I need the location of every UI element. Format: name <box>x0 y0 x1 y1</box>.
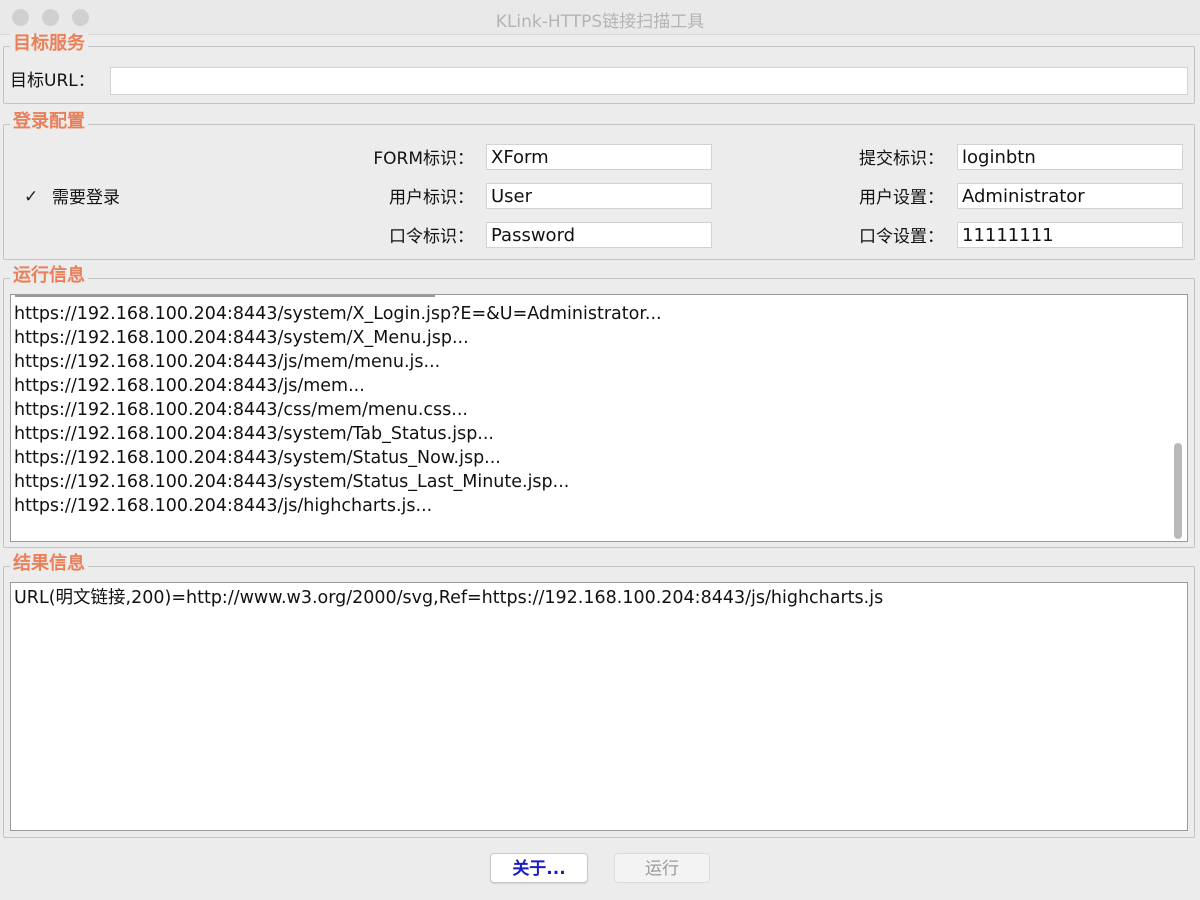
user-setting-input[interactable] <box>957 183 1183 209</box>
about-button[interactable]: 关于... <box>490 853 588 883</box>
form-id-input[interactable] <box>486 144 712 170</box>
password-id-label: 口令标识： <box>389 227 474 247</box>
partial-log-line <box>11 295 1161 299</box>
log-line: https://192.168.100.204:8443/js/highchar… <box>14 496 433 516</box>
log-line: https://192.168.100.204:8443/system/X_Lo… <box>14 304 662 324</box>
checkmark-icon: ✓ <box>24 187 39 207</box>
form-id-label: FORM标识： <box>373 149 474 169</box>
result-lines: URL(明文链接,200)=http://www.w3.org/2000/svg… <box>11 586 883 610</box>
run-button[interactable]: 运行 <box>614 853 710 883</box>
login-config-title: 登录配置 <box>10 111 88 133</box>
password-setting-input[interactable] <box>957 222 1183 248</box>
user-setting-label: 用户设置： <box>859 188 944 208</box>
target-url-input[interactable] <box>110 67 1188 95</box>
password-id-input[interactable] <box>486 222 712 248</box>
user-id-input[interactable] <box>486 183 712 209</box>
target-service-title: 目标服务 <box>10 33 88 55</box>
target-service-group: 目标服务 目标URL： <box>3 33 1195 104</box>
user-id-label: 用户标识： <box>389 188 474 208</box>
result-info-title: 结果信息 <box>10 553 88 575</box>
log-line: https://192.168.100.204:8443/system/Stat… <box>14 448 501 468</box>
password-setting-label: 口令设置： <box>859 227 944 247</box>
result-info-group: 结果信息 URL(明文链接,200)=http://www.w3.org/200… <box>3 553 1195 838</box>
run-info-title: 运行信息 <box>10 265 88 287</box>
submit-id-input[interactable] <box>957 144 1183 170</box>
result-textarea[interactable]: URL(明文链接,200)=http://www.w3.org/2000/svg… <box>10 582 1188 831</box>
log-line: https://192.168.100.204:8443/system/Tab_… <box>14 424 494 444</box>
scrollbar-thumb[interactable] <box>1174 443 1182 539</box>
title-bar: KLink-HTTPS链接扫描工具 <box>0 0 1200 35</box>
result-line: URL(明文链接,200)=http://www.w3.org/2000/svg… <box>14 588 884 608</box>
log-line: https://192.168.100.204:8443/system/X_Me… <box>14 328 469 348</box>
submit-id-label: 提交标识： <box>859 149 944 169</box>
run-log-scrollbar[interactable] <box>1171 295 1185 541</box>
window-title: KLink-HTTPS链接扫描工具 <box>495 12 705 32</box>
log-line: https://192.168.100.204:8443/system/Stat… <box>14 472 570 492</box>
need-login-label: 需要登录 <box>52 188 120 208</box>
run-log-textarea[interactable]: https://192.168.100.204:8443/system/X_Lo… <box>10 294 1188 542</box>
target-url-label: 目标URL： <box>10 71 95 91</box>
run-info-group: 运行信息 https://192.168.100.204:8443/system… <box>3 265 1195 548</box>
log-line: https://192.168.100.204:8443/js/mem/menu… <box>14 352 441 372</box>
log-line: https://192.168.100.204:8443/js/mem... <box>14 376 365 396</box>
run-log-lines: https://192.168.100.204:8443/system/X_Lo… <box>11 302 662 518</box>
login-config-group: 登录配置 ✓ 需要登录 FORM标识： 用户标识： 口令标识： 提交标识： 用户… <box>3 111 1195 260</box>
need-login-checkbox[interactable]: ✓ 需要登录 <box>22 185 172 211</box>
log-line: https://192.168.100.204:8443/css/mem/men… <box>14 400 468 420</box>
